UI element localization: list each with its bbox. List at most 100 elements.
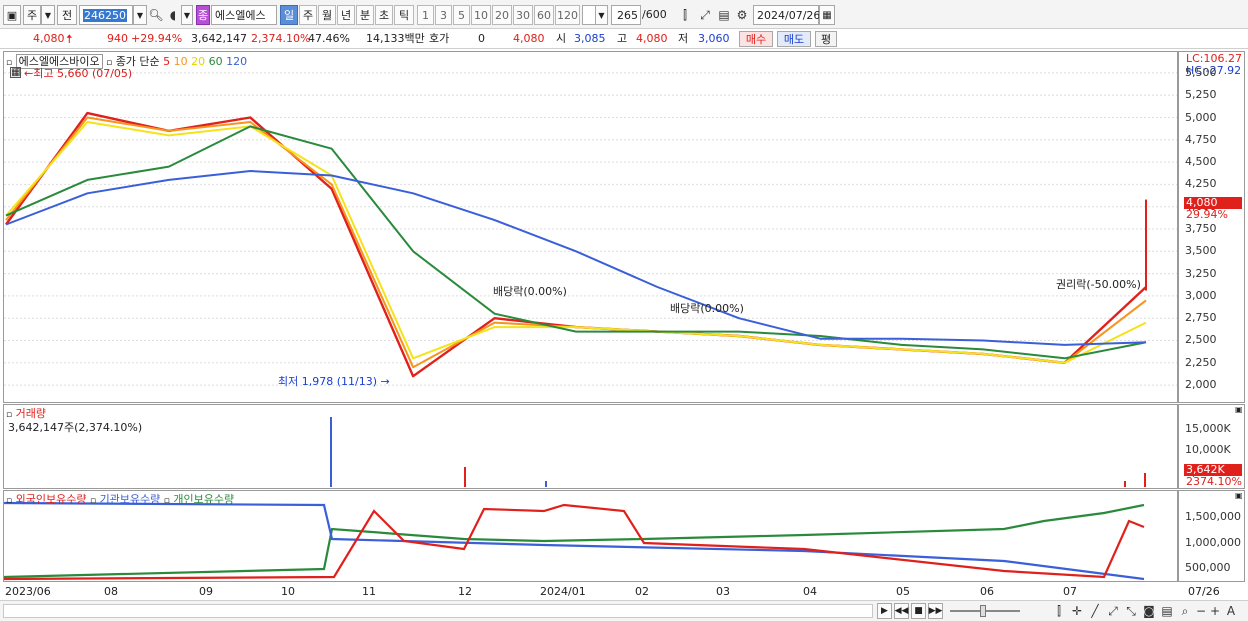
period-week[interactable]: 주 — [299, 5, 317, 25]
interval-3-label: 3 — [440, 8, 447, 22]
buy-button[interactable]: 매수 — [739, 31, 773, 47]
crosshair-icon[interactable]: ✛ — [1070, 604, 1084, 618]
interval-1-label: 1 — [422, 8, 429, 22]
zoom-out-icon[interactable]: − — [1195, 604, 1207, 618]
trend-tool-icon[interactable]: ⤢ — [1106, 604, 1120, 618]
vol-tick-15000k: 15,000K — [1185, 422, 1231, 435]
group-badge[interactable]: 종 — [196, 5, 210, 25]
quote-bar: 4,080 🠅 940 +29.94% 3,642,147 2,374.10% … — [0, 29, 1248, 49]
period-day[interactable]: 일 — [280, 5, 298, 25]
x-label-09: 09 — [199, 585, 213, 598]
fast-forward-icon[interactable]: ▶▶ — [928, 603, 943, 619]
prev-button[interactable]: 전 — [57, 5, 77, 25]
print-icon[interactable]: ▤ — [1160, 604, 1174, 618]
price-y-tick: 2,750 — [1185, 311, 1217, 325]
interval-3[interactable]: 3 — [435, 5, 452, 25]
market-dropdown-icon[interactable]: ▼ — [41, 5, 55, 25]
volume-chart — [330, 417, 1146, 487]
quote-change: 940 — [107, 32, 128, 45]
speaker-icon[interactable]: ◖ — [166, 5, 180, 25]
quote-volume-ratio: 2,374.10% — [251, 32, 311, 45]
holding-line-0 — [4, 503, 1145, 579]
interval-120[interactable]: 120 — [555, 5, 580, 25]
interval-5[interactable]: 5 — [453, 5, 470, 25]
market-select[interactable]: 주 — [23, 5, 41, 25]
stock-name-field: 에스엘에스 — [211, 5, 277, 25]
eval-button[interactable]: 평 — [815, 31, 837, 47]
price-y-tick: 4,750 — [1185, 132, 1217, 146]
rights-annotation: 권리락(-50.00%) — [1056, 278, 1141, 291]
x-label-11: 11 — [362, 585, 376, 598]
stop-icon[interactable]: ■ — [911, 603, 926, 619]
period-day-label: 일 — [283, 9, 295, 22]
individual-legend: 개인보유수량 — [173, 493, 235, 506]
fib-tool-icon[interactable]: ⤡ — [1124, 604, 1138, 618]
code-dropdown-icon[interactable]: ▼ — [133, 5, 147, 25]
zoom-slider-handle[interactable] — [980, 605, 986, 617]
period-tick[interactable]: 틱 — [394, 5, 414, 25]
camera-icon[interactable]: ◙ — [1142, 604, 1156, 618]
period-year[interactable]: 년 — [337, 5, 355, 25]
calendar-icon[interactable]: ▦ — [819, 5, 835, 25]
price-y-tick: 4,250 — [1185, 177, 1217, 191]
interval-dropdown-icon[interactable]: ▼ — [595, 5, 608, 25]
volume-pane-close-icon[interactable]: ▣ — [1235, 405, 1243, 414]
dividend-annotation-2: 배당락(0.00%) — [670, 302, 744, 315]
draw-tool-icon[interactable]: ⤢ — [696, 5, 714, 25]
volume-pct-tag: 2374.10% — [1186, 475, 1242, 488]
x-label-06: 06 — [980, 585, 994, 598]
period-week-label: 주 — [302, 9, 314, 22]
stock-code-input[interactable]: 246250 — [79, 5, 133, 25]
bars-shown-input[interactable]: 265 — [611, 5, 641, 25]
save-icon[interactable]: ▤ — [716, 5, 732, 25]
sell-button[interactable]: 매도 — [777, 31, 811, 47]
calculator-icon[interactable]: ▦ — [10, 67, 21, 78]
interval-5-label: 5 — [458, 8, 465, 22]
period-month[interactable]: 월 — [318, 5, 336, 25]
x-label-2024-01: 2024/01 — [540, 585, 586, 598]
interval-1[interactable]: 1 — [417, 5, 434, 25]
rewind-icon[interactable]: ◀◀ — [894, 603, 909, 619]
x-label-02: 02 — [635, 585, 649, 598]
window-icon[interactable]: ▣ — [3, 5, 21, 25]
magnifier-icon[interactable]: ⌕ — [1178, 604, 1192, 618]
interval-10-label: 10 — [474, 8, 488, 22]
stock-name: 에스엘에스 — [215, 9, 266, 22]
horizontal-scrollbar[interactable] — [3, 604, 873, 618]
date-input[interactable]: 2024/07/26 — [753, 5, 820, 25]
volume-bar — [1124, 481, 1126, 487]
line-tool-icon[interactable]: ╱ — [1088, 604, 1102, 618]
font-size-icon[interactable]: A — [1224, 604, 1238, 618]
interval-10[interactable]: 10 — [471, 5, 491, 25]
volume-pane[interactable] — [3, 404, 1178, 489]
gear-icon[interactable]: ⚙ — [734, 5, 750, 25]
period-minute[interactable]: 분 — [356, 5, 374, 25]
price-y-tick: 2,250 — [1185, 355, 1217, 369]
quote-volume: 3,642,147 — [191, 32, 247, 45]
interval-30[interactable]: 30 — [513, 5, 533, 25]
scroll-right-icon[interactable]: ▶ — [877, 603, 892, 619]
holding-pane-close-icon[interactable]: ▣ — [1235, 491, 1243, 500]
interval-60[interactable]: 60 — [534, 5, 554, 25]
bars-shown: 265 — [617, 8, 638, 22]
holding-dot-icon-1: ▫ — [6, 496, 13, 506]
ma-line-20 — [5, 121, 1147, 364]
candle-icon[interactable]: ⫿ — [676, 5, 694, 25]
x-label-07: 07 — [1063, 585, 1077, 598]
prev-label: 전 — [61, 9, 73, 22]
foreign-legend: 외국인보유수량 — [15, 493, 87, 506]
current-pct-tag: 29.94% — [1186, 208, 1228, 221]
zoom-in-icon[interactable]: + — [1209, 604, 1221, 618]
interval-20[interactable]: 20 — [492, 5, 512, 25]
chart-type-icon[interactable]: ⫿ — [1052, 604, 1066, 618]
high-value: 4,080 — [636, 32, 668, 45]
search-icon[interactable]: 🔍︎ — [148, 5, 164, 25]
period-second[interactable]: 초 — [375, 5, 393, 25]
left-arrow-icon: ← — [24, 67, 34, 80]
price-pane[interactable] — [3, 51, 1178, 403]
hold-tick-1000000: 1,000,000 — [1185, 536, 1241, 549]
x-label-04: 04 — [803, 585, 817, 598]
high-annotation-text: 최고 5,660 (07/05) — [33, 67, 133, 80]
hoga-label: 호가 — [429, 32, 450, 45]
speaker-dropdown-icon[interactable]: ▼ — [181, 5, 193, 25]
